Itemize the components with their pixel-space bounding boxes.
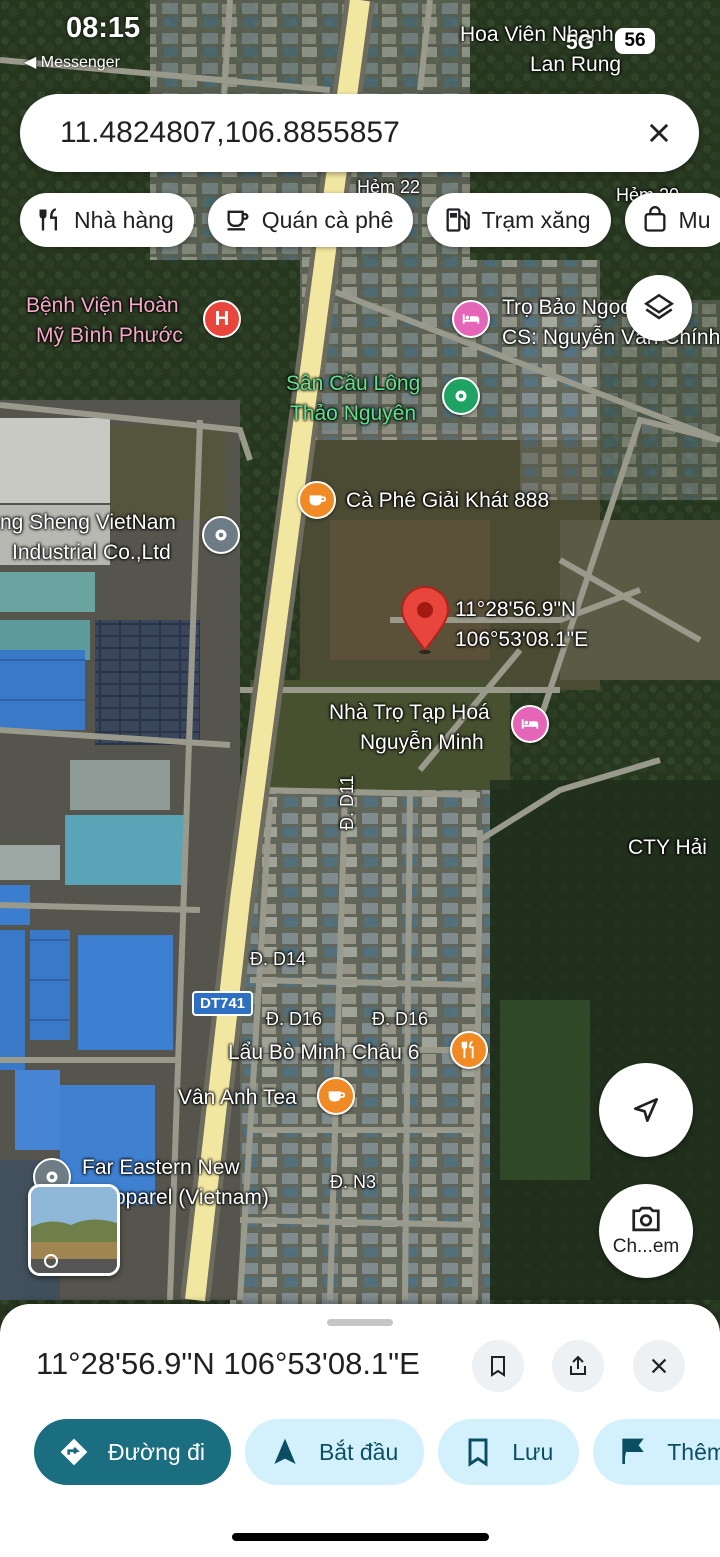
directions-button[interactable]: Đường đi (34, 1419, 231, 1485)
street-view-image (31, 1187, 117, 1273)
share-button[interactable] (552, 1340, 604, 1392)
category-chips: Nhà hàng Quán cà phê Trạm xăng Mu (20, 193, 720, 247)
close-icon (651, 1358, 667, 1374)
place-label[interactable]: Nguyễn Minh (360, 728, 484, 757)
place-label[interactable]: Sân Cầu Lông (286, 369, 420, 398)
chip-label: Quán cà phê (261, 206, 394, 233)
chip-label: Nhà hàng (74, 206, 174, 233)
chip-restaurants[interactable]: Nhà hàng (20, 193, 194, 247)
navigation-arrow-icon (634, 1098, 658, 1122)
action-label: Đường đi (108, 1438, 205, 1465)
lens-label: Ch...em (612, 1236, 680, 1257)
place-label[interactable]: CTY Hải (628, 833, 707, 862)
place-label[interactable]: ng Sheng VietNam (0, 508, 176, 537)
camera-search-icon (632, 1206, 660, 1232)
chip-shopping[interactable]: Mu (624, 193, 720, 247)
add-label-button[interactable]: Thêm (593, 1419, 720, 1485)
place-label-hospital[interactable]: Bệnh Viện Hoàn (26, 291, 179, 320)
road-label: Đ. D14 (250, 949, 307, 969)
road-label: Đ. D11 (337, 775, 357, 830)
start-button[interactable]: Bắt đầu (244, 1419, 425, 1485)
place-label[interactable]: Far Eastern New (82, 1153, 240, 1182)
sheet-drag-handle[interactable] (327, 1319, 393, 1326)
layers-icon (643, 293, 675, 320)
pin-coordinate-label: 11°28'56.9"N (455, 598, 577, 621)
map-layers-button[interactable] (626, 275, 692, 341)
bookmark-icon (491, 1356, 505, 1377)
place-label[interactable]: Lẩu Bò Minh Châu 6 (228, 1038, 419, 1067)
place-bottom-sheet[interactable]: 11°28'56.9"N 106°53'08.1"E Đường đi Bắt … (0, 1304, 720, 1557)
status-time: 08:15 (66, 12, 141, 44)
share-icon (570, 1355, 586, 1375)
clear-search-button[interactable] (631, 105, 687, 161)
place-label[interactable]: CS: Nguyễn Văn Chính (502, 323, 720, 352)
my-location-button[interactable] (599, 1063, 693, 1157)
pin-coordinate-label: 106°53'08.1"E (455, 628, 589, 651)
route-shield: DT741 (192, 991, 254, 1016)
coffee-icon (227, 210, 249, 231)
place-label[interactable]: Thảo Nguyên (290, 399, 416, 428)
battery-indicator: 56 (615, 28, 655, 54)
restaurant-icon[interactable] (450, 1031, 488, 1069)
save-icon-button[interactable] (472, 1340, 524, 1392)
directions-icon (60, 1438, 88, 1466)
home-indicator (232, 1533, 489, 1541)
place-label[interactable]: Apparel (Vietnam) (100, 1183, 269, 1212)
road-label: Đ. N3 (330, 1172, 377, 1192)
gas-station-icon (446, 208, 471, 232)
place-label[interactable]: Trọ Bảo Ngọc (502, 293, 631, 322)
place-title: 11°28'56.9"N 106°53'08.1"E (36, 1346, 420, 1381)
chip-label: Mu (678, 206, 711, 233)
navigation-arrow-icon (274, 1438, 296, 1464)
place-label[interactable]: Vân Anh Tea (178, 1083, 297, 1112)
save-button[interactable]: Lưu (438, 1419, 580, 1485)
restaurant-icon (39, 208, 57, 231)
business-icon[interactable] (202, 516, 240, 554)
road-label: Đ. D16 (266, 1009, 323, 1029)
place-actions: Đường đi Bắt đầu Lưu Thêm (34, 1419, 720, 1485)
back-to-app-link[interactable]: ◀ Messenger (24, 52, 120, 72)
street-view-thumbnail[interactable] (28, 1184, 120, 1276)
action-label: Thêm (667, 1438, 720, 1465)
search-bar[interactable] (20, 94, 699, 172)
coffee-icon[interactable] (317, 1077, 355, 1115)
bookmark-icon (468, 1438, 488, 1467)
hospital-icon[interactable]: H (203, 300, 241, 338)
road-label: Đ. D16 (372, 1009, 429, 1029)
chip-label: Trạm xăng (481, 206, 591, 233)
search-input[interactable] (60, 116, 631, 150)
chip-coffee[interactable]: Quán cà phê (207, 193, 414, 247)
hotel-icon[interactable] (452, 300, 490, 338)
place-label[interactable]: Nhà Trọ Tạp Hoá (329, 698, 490, 727)
close-sheet-button[interactable] (633, 1340, 685, 1392)
coffee-icon[interactable] (298, 481, 336, 519)
hotel-icon[interactable] (511, 705, 549, 743)
close-icon (649, 123, 669, 143)
place-label-hospital[interactable]: Mỹ Bình Phước (36, 321, 183, 350)
place-label[interactable]: Industrial Co.,Ltd (12, 538, 171, 567)
chip-gas[interactable]: Trạm xăng (427, 193, 611, 247)
lens-button[interactable]: Ch...em (599, 1184, 693, 1278)
sports-venue-icon[interactable] (442, 377, 480, 415)
action-label: Lưu (512, 1438, 554, 1465)
shopping-bag-icon (644, 206, 666, 232)
place-label[interactable]: Cà Phê Giải Khát 888 (346, 486, 549, 515)
flag-icon (622, 1438, 644, 1464)
network-indicator: 5G (566, 31, 595, 54)
action-label: Bắt đầu (318, 1438, 399, 1465)
